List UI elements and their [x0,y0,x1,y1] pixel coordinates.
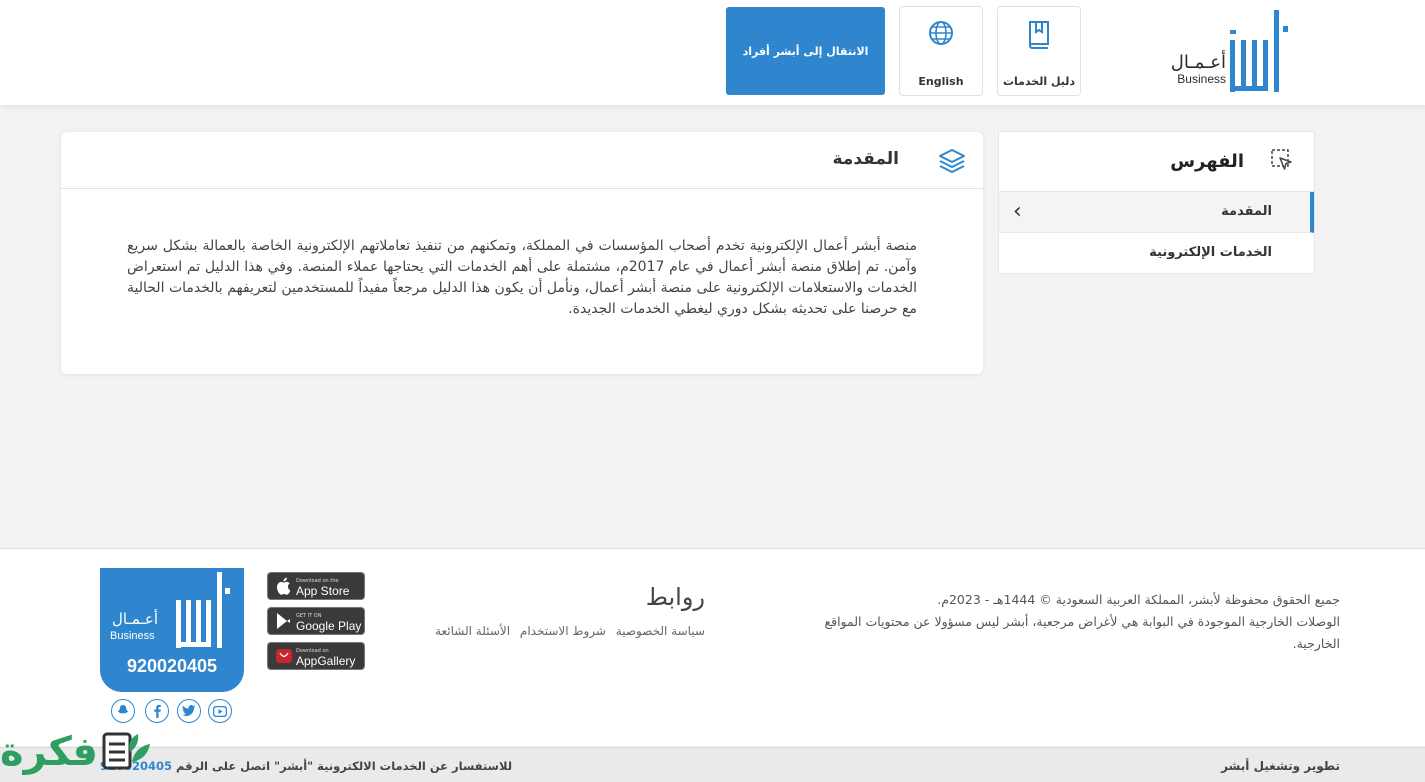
go-to-absher-individuals-button[interactable]: الانتقال إلى أبشر أفراد [726,7,885,95]
badge-phone-number: 920020405 [126,656,218,676]
logo-text-en: Business [1177,72,1226,86]
copyright-text: جميع الحقوق محفوظة لأبشر، المملكة العربي… [937,592,1340,607]
youtube-icon[interactable] [208,699,232,723]
globe-icon [900,19,982,49]
chevron-left-icon: ‹ [1013,199,1022,224]
huawei-icon [272,644,296,668]
index-sidebar: الفهرس المقدمة ‹ الخدمات الإلكترونية [998,131,1315,274]
links-title: روابط [645,583,705,611]
introduction-card: المقدمة منصة أبشر أعمال الإلكترونية تخدم… [61,132,983,374]
badge-text-ar: أعـمـال [112,610,159,628]
store-big-text: Google Play [296,619,362,633]
services-guide-label: دليل الخدمات [1002,75,1076,88]
book-icon [998,19,1080,49]
watermark-text: فكرة [0,729,98,775]
absher-business-logo[interactable]: أعـمـال Business [1158,6,1294,94]
facebook-icon[interactable] [145,699,169,723]
layers-icon [939,149,965,173]
logo-text-ar: أعـمـال [1170,52,1226,73]
index-header: الفهرس [999,132,1314,192]
sidebar-item-electronic-services[interactable]: الخدمات الإلكترونية [999,233,1314,274]
google-play-button[interactable]: GET IT ON Google Play [267,607,365,635]
contact-badge: أعـمـال Business 920020405 [100,568,244,692]
inquiry-text: للاستفسار عن الخدمات الالكترونية "أبشر" … [176,759,513,773]
site-footer: جميع الحقوق محفوظة لأبشر، المملكة العربي… [0,548,1425,746]
app-gallery-button[interactable]: Download on AppGallery [267,642,365,670]
faq-link[interactable]: الأسئلة الشائعة [435,624,510,638]
absher-logo-mark-icon [176,572,230,648]
apple-icon [272,574,296,598]
document-leaf-icon [102,732,150,770]
privacy-policy-link[interactable]: سياسة الخصوصية [616,624,705,638]
app-store-button[interactable]: Download on the App Store [267,572,365,600]
snapchat-icon[interactable] [111,699,135,723]
introduction-title: المقدمة [832,149,900,169]
copyright-block: جميع الحقوق محفوظة لأبشر، المملكة العربي… [775,589,1340,655]
badge-text-en: Business [110,630,155,642]
site-header: أعـمـال Business دليل الخدمات English ال… [0,0,1425,105]
introduction-text: منصة أبشر أعمال الإلكترونية تخدم أصحاب ا… [127,238,917,317]
logo-text: أعـمـال Business [1162,52,1226,87]
sidebar-item-label: المقدمة [1221,204,1272,219]
index-title: الفهرس [1170,151,1244,172]
disclaimer-text: الوصلات الخارجية الموجودة في البوابة هي … [824,614,1340,651]
inquiry-line: للاستفسار عن الخدمات الالكترونية "أبشر" … [100,759,512,773]
footer-links: سياسة الخصوصية شروط الاستخدام الأسئلة ال… [410,624,705,638]
bottom-bar: تطوير وتشغيل أبشر للاستفسار عن الخدمات ا… [0,747,1425,782]
fikra-watermark: فكرة [0,722,160,782]
english-language-button[interactable]: English [899,6,983,96]
terms-of-use-link[interactable]: شروط الاستخدام [520,624,606,638]
developer-credit: تطوير وتشغيل أبشر [1221,759,1340,773]
cursor-select-icon [1271,149,1292,170]
sidebar-item-label: الخدمات الإلكترونية [1149,245,1272,260]
sidebar-item-introduction[interactable]: المقدمة ‹ [999,192,1314,233]
absher-logo-mark-icon [1230,10,1288,92]
introduction-header: المقدمة [61,132,983,189]
twitter-icon[interactable] [177,699,201,723]
store-big-text: App Store [296,584,350,598]
english-label: English [918,75,964,88]
google-play-icon [272,609,296,633]
store-big-text: AppGallery [296,654,356,668]
services-guide-button[interactable]: دليل الخدمات [997,6,1081,96]
